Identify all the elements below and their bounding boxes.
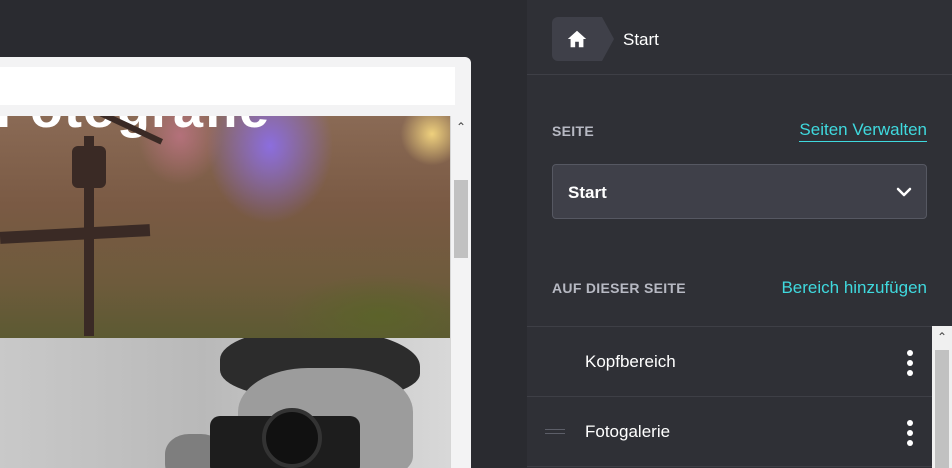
panel-scrollbar[interactable]: ⌃ bbox=[932, 326, 952, 468]
page-select[interactable]: Start bbox=[552, 164, 927, 219]
panel-scroll-thumb[interactable] bbox=[935, 350, 949, 468]
breadcrumb: Start bbox=[527, 0, 952, 75]
manage-pages-link[interactable]: Seiten Verwalten bbox=[799, 120, 927, 142]
add-section-link[interactable]: Bereich hinzufügen bbox=[781, 278, 927, 298]
home-icon bbox=[567, 30, 587, 48]
more-vertical-icon[interactable] bbox=[906, 420, 914, 446]
chevron-down-icon bbox=[896, 187, 912, 197]
preview-header-bar bbox=[0, 67, 455, 105]
page-section-label: SEITE bbox=[552, 123, 594, 139]
section-list: Kopfbereich Fotogalerie bbox=[527, 326, 932, 468]
preview-scrollbar[interactable]: ⌃ bbox=[450, 116, 471, 468]
home-button[interactable] bbox=[552, 17, 614, 61]
list-item[interactable]: Fotogalerie bbox=[527, 397, 932, 467]
list-item-label: Fotogalerie bbox=[585, 422, 671, 441]
photographer-image bbox=[0, 338, 450, 468]
hero-image: Fotografie bbox=[0, 116, 450, 338]
page-settings-panel: Start SEITE Seiten Verwalten Start AUF D… bbox=[527, 0, 952, 468]
scroll-up-icon[interactable]: ⌃ bbox=[932, 328, 952, 346]
on-page-label: AUF DIESER SEITE bbox=[552, 280, 686, 296]
preview-scroll-thumb[interactable] bbox=[454, 180, 468, 258]
editor-canvas-area: Fotografie ⌃ bbox=[0, 0, 527, 468]
page-select-value: Start bbox=[568, 183, 607, 202]
more-vertical-icon[interactable] bbox=[906, 350, 914, 376]
drag-handle-icon[interactable] bbox=[545, 429, 565, 434]
breadcrumb-current: Start bbox=[623, 30, 659, 49]
preview-content[interactable]: Fotografie bbox=[0, 116, 450, 468]
list-item-label: Kopfbereich bbox=[585, 352, 676, 371]
list-item[interactable]: Kopfbereich bbox=[527, 327, 932, 397]
site-preview-frame[interactable]: Fotografie ⌃ bbox=[0, 57, 471, 468]
scroll-up-icon[interactable]: ⌃ bbox=[451, 118, 471, 136]
